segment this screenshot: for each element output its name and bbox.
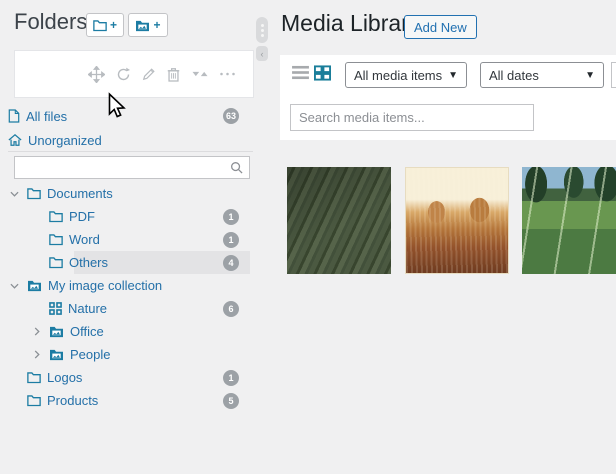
folder-search-input[interactable] xyxy=(21,160,230,175)
chevron-right-icon[interactable] xyxy=(30,327,43,336)
grid-view-icon[interactable] xyxy=(314,64,333,81)
folder-icon xyxy=(27,371,41,384)
chevron-down-icon[interactable] xyxy=(8,283,21,289)
date-filter-value: All dates xyxy=(489,67,539,83)
file-icon xyxy=(8,109,20,123)
count-badge: 63 xyxy=(222,108,239,124)
collapse-panel-icon[interactable]: ‹ xyxy=(256,46,268,61)
media-type-filter-value: All media items xyxy=(354,67,443,83)
folder-plus-icon xyxy=(93,19,107,32)
tree-item-label: Others xyxy=(69,255,109,270)
folder-actions-toolbar xyxy=(14,50,254,98)
add-new-button[interactable]: Add New xyxy=(404,15,477,39)
tree-item-logos[interactable]: Logos 1 xyxy=(0,366,250,389)
tree-item-label: Office xyxy=(70,324,104,339)
media-type-filter-dropdown[interactable]: All media items ▼ xyxy=(345,62,467,88)
folder-icon xyxy=(27,394,41,407)
gallery-folder-icon xyxy=(49,348,64,361)
media-thumbnail-autumn-trees[interactable] xyxy=(405,167,509,274)
tree-item-word[interactable]: Word 1 xyxy=(0,228,250,251)
list-view-icon[interactable] xyxy=(292,64,311,81)
tree-item-pdf[interactable]: PDF 1 xyxy=(0,205,250,228)
unorganized-item[interactable]: Unorganized xyxy=(0,128,250,152)
refresh-icon[interactable] xyxy=(116,67,131,82)
folder-tree: Documents PDF 1 Word 1 Others 4 My image… xyxy=(0,182,250,412)
plus-label: + xyxy=(109,18,117,32)
all-files-label: All files xyxy=(26,108,68,124)
search-icon xyxy=(230,161,243,174)
sort-toggle-icon[interactable] xyxy=(191,69,209,79)
more-ellipsis-icon[interactable] xyxy=(220,72,235,76)
tree-item-label: Nature xyxy=(68,301,108,316)
media-search-box xyxy=(290,104,534,131)
edit-pencil-icon[interactable] xyxy=(142,67,156,81)
panel-divider xyxy=(8,151,253,152)
count-badge: 1 xyxy=(223,208,239,225)
media-thumbnail-grass-meadow[interactable] xyxy=(522,167,616,274)
chevron-right-icon[interactable] xyxy=(30,350,43,359)
tree-item-label: People xyxy=(70,347,111,362)
quick-links: All files 63 Unorganized xyxy=(0,104,250,152)
tree-item-label: My image collection xyxy=(48,278,163,293)
count-badge: 6 xyxy=(223,300,239,317)
tree-item-others[interactable]: Others 4 xyxy=(0,251,250,274)
tree-item-documents[interactable]: Documents xyxy=(0,182,250,205)
media-search-input[interactable] xyxy=(299,110,525,125)
tree-item-my-image-collection[interactable]: My image collection xyxy=(0,274,250,297)
bulk-select-button-partial[interactable] xyxy=(611,62,616,88)
tree-item-label: Products xyxy=(47,393,99,408)
date-filter-dropdown[interactable]: All dates ▼ xyxy=(480,62,604,88)
chevron-down-icon: ▼ xyxy=(448,69,458,81)
tree-item-label: Documents xyxy=(47,186,113,201)
grid-icon xyxy=(49,302,62,315)
count-badge: 1 xyxy=(223,231,239,248)
trash-icon[interactable] xyxy=(167,67,180,82)
chevron-down-icon: ▼ xyxy=(585,69,595,81)
tree-item-nature[interactable]: Nature 6 xyxy=(0,297,250,320)
tree-item-people[interactable]: People xyxy=(0,343,250,366)
folder-icon xyxy=(49,256,63,269)
tree-item-label: Logos xyxy=(47,370,83,385)
folder-icon xyxy=(49,233,63,246)
home-icon xyxy=(8,133,22,147)
count-badge: 4 xyxy=(223,254,239,271)
panel-resize-handle[interactable] xyxy=(256,17,268,43)
new-gallery-folder-button[interactable]: + xyxy=(128,13,168,37)
page-title: Media Library xyxy=(281,10,421,36)
chevron-down-icon[interactable] xyxy=(8,191,21,197)
count-badge: 1 xyxy=(223,369,239,386)
gallery-folder-plus-icon xyxy=(135,19,150,32)
tree-item-label: PDF xyxy=(69,209,95,224)
tree-item-label: Word xyxy=(69,232,100,247)
unorganized-label: Unorganized xyxy=(28,132,102,148)
move-icon[interactable] xyxy=(88,65,105,83)
folders-panel-title: Folders xyxy=(14,9,88,34)
folder-search-box xyxy=(14,156,250,179)
new-folder-button[interactable]: + xyxy=(86,13,124,37)
all-files-item[interactable]: All files 63 xyxy=(0,104,250,128)
tree-item-products[interactable]: Products 5 xyxy=(0,389,250,412)
count-badge: 5 xyxy=(223,392,239,409)
plus-label: + xyxy=(153,18,161,32)
media-thumbnail-green-field[interactable] xyxy=(287,167,391,274)
gallery-folder-icon xyxy=(49,325,64,338)
gallery-folder-icon xyxy=(27,279,42,292)
folder-icon xyxy=(27,187,41,200)
folder-icon xyxy=(49,210,63,223)
tree-item-office[interactable]: Office xyxy=(0,320,250,343)
